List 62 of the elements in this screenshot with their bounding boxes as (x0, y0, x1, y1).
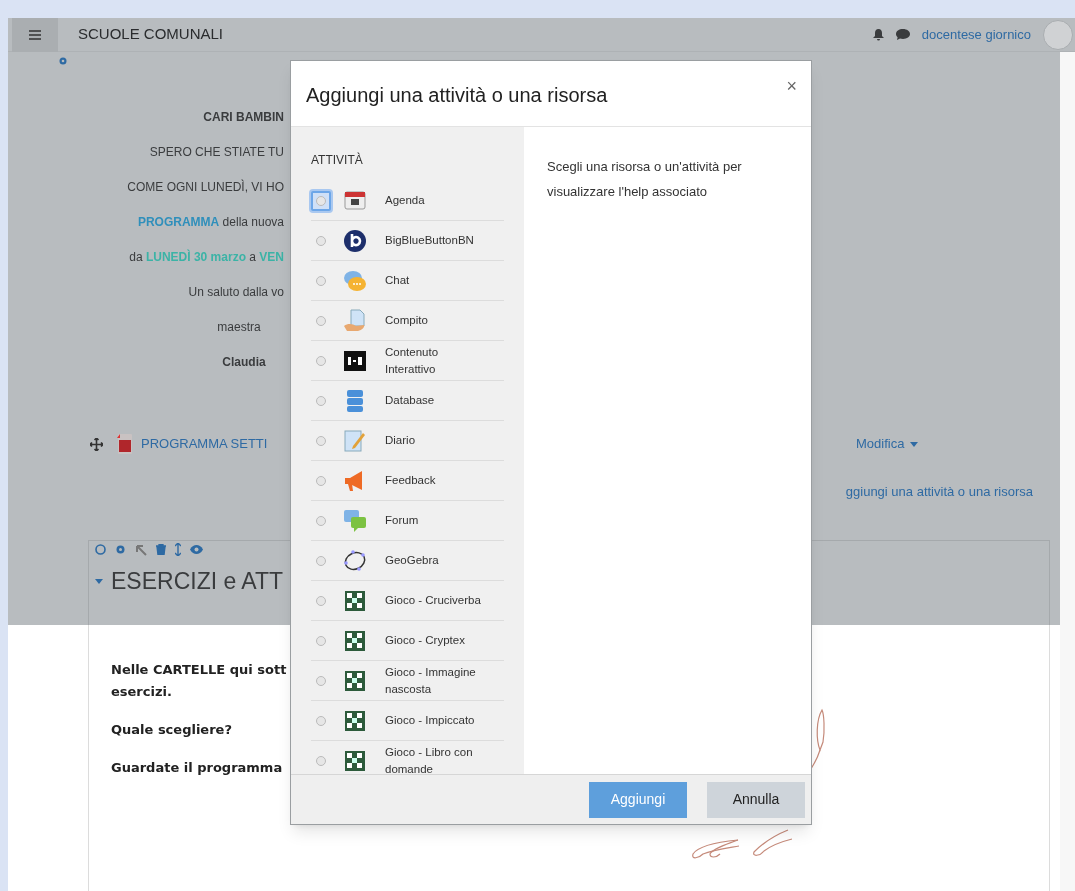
move-icon[interactable] (90, 437, 103, 451)
letter-line: da LUNEDÌ 30 marzo a VEN (129, 248, 284, 263)
document-hand-icon (343, 308, 367, 333)
list-heading: ATTIVITÀ (311, 151, 364, 169)
section-title: ESERCIZI e ATT (111, 567, 284, 596)
activity-label[interactable]: Gioco - Cruciverba (385, 592, 485, 609)
site-name[interactable]: SCUOLE COMUNALI (78, 23, 224, 46)
letter-line: PROGRAMMA della nuova (137, 214, 284, 228)
activity-label[interactable]: Contenuto Interattivo (385, 343, 485, 378)
avatar-icon[interactable] (1043, 19, 1073, 50)
checkered-grid-icon (343, 588, 367, 613)
section-text: Quale scegliere? (111, 721, 232, 739)
activity-label[interactable]: BigBlueButtonBN (385, 232, 485, 249)
radio-button[interactable] (311, 190, 331, 211)
section-text: Guardate il programma (111, 759, 283, 777)
activity-label[interactable]: Feedback (385, 472, 485, 489)
circle-icon[interactable] (95, 544, 106, 555)
activity-label[interactable]: Database (385, 392, 485, 409)
help-text: Scegli una risorsa o un'attività per visualizzare l'help associato (547, 158, 743, 201)
caret-icon[interactable] (95, 578, 103, 584)
calendar-icon (343, 188, 367, 213)
activity-label[interactable]: Diario (385, 432, 485, 449)
activity-label[interactable]: Gioco - Libro con domande (385, 743, 485, 774)
greeting-title: CARI BAMBIN (203, 109, 284, 123)
checkered-grid-icon (343, 628, 367, 653)
dialog-title: Aggiungi una attività o una risorsa (306, 82, 608, 108)
letter-tile-icon (343, 348, 367, 373)
caret-icon[interactable] (910, 441, 919, 447)
vertical-arrows-icon[interactable] (175, 543, 181, 556)
ellipse-dots-icon (343, 548, 367, 573)
pencil-note-icon (343, 428, 367, 453)
activity-label[interactable]: GeoGebra (385, 552, 485, 569)
signature-line: maestra (217, 319, 261, 333)
activity-label[interactable]: Gioco - Cryptex (385, 632, 485, 649)
activity-label[interactable]: Forum (385, 512, 485, 529)
activity-label[interactable]: Agenda (385, 192, 485, 209)
activity-label[interactable]: Chat (385, 272, 485, 289)
letter-line: Un saluto dalla vo (188, 284, 284, 298)
letter-line: COME OGNI LUNEDÌ, VI HO (127, 178, 284, 193)
checkered-grid-icon (343, 668, 367, 693)
chat-bubbles-icon (343, 268, 367, 293)
letter-line: SPERO CHE STIATE TU (149, 144, 284, 158)
letter-b-circle-icon (343, 228, 367, 253)
section-text: Nelle CARTELLE qui sott (111, 661, 287, 679)
activity-label[interactable]: Compito (385, 312, 485, 329)
trash-icon[interactable] (156, 544, 166, 555)
cancel-button[interactable]: Annulla (707, 781, 805, 818)
chat-bubble-icon[interactable] (895, 29, 910, 40)
bell-icon[interactable] (872, 28, 884, 41)
arrow-up-left-icon[interactable] (135, 543, 147, 556)
activity-label[interactable]: Gioco - Impiccato (385, 712, 485, 729)
activity-label[interactable]: Gioco - Immagine nascosta (385, 663, 485, 698)
eye-icon[interactable] (190, 545, 203, 554)
speech-bubbles-icon (343, 508, 367, 533)
signature-name: Claudia (222, 354, 266, 368)
checkered-grid-icon (343, 748, 367, 773)
checkered-grid-icon (343, 708, 367, 733)
pdf-file-icon (117, 434, 133, 454)
close-button[interactable]: × (786, 73, 797, 100)
menu-button[interactable] (12, 17, 58, 52)
section-text: esercizi. (111, 683, 172, 701)
hamburger-icon (29, 29, 41, 40)
